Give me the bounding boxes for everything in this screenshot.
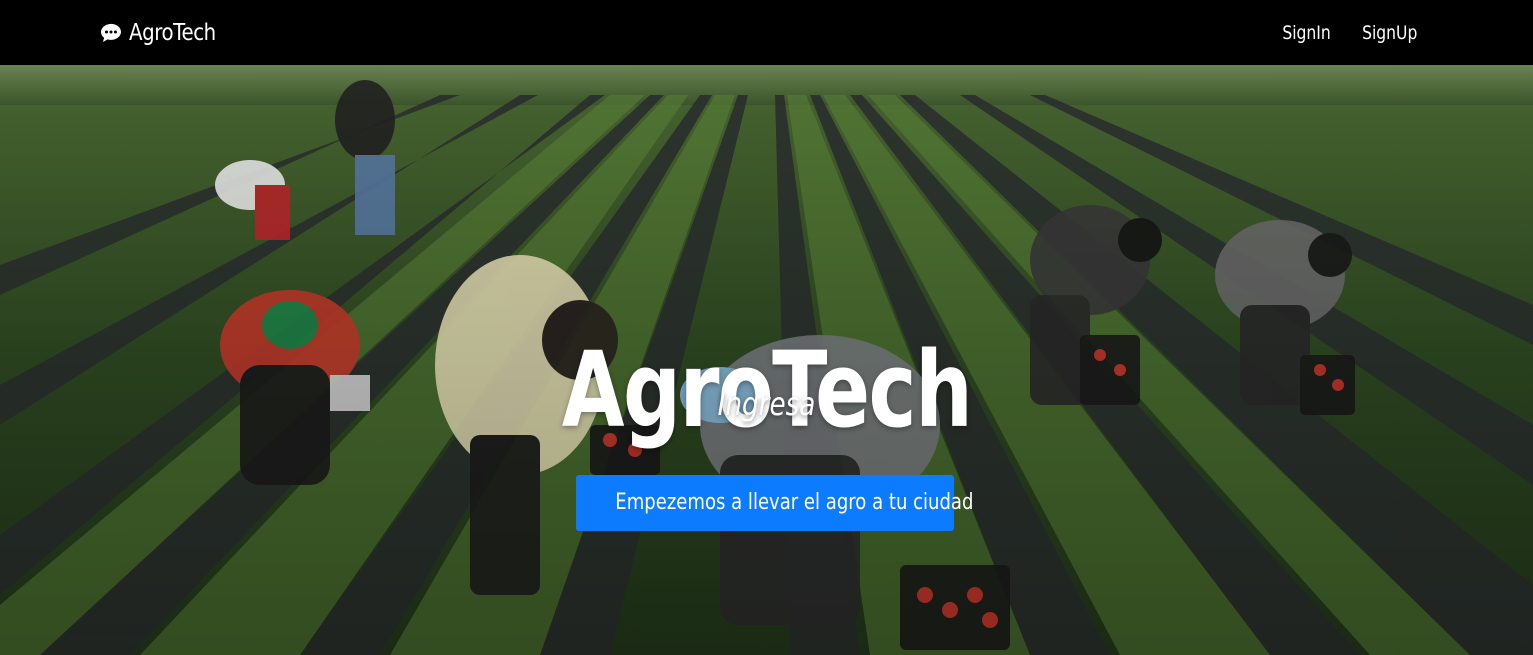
brand-name: AgroTech: [129, 20, 216, 46]
chat-bubble-icon: [101, 23, 121, 42]
brand-link[interactable]: AgroTech: [99, 18, 230, 48]
get-started-button-label: Empezemos a llevar el agro a tu ciudad: [615, 490, 974, 515]
nav-links: SignIn SignUp: [1277, 20, 1423, 46]
hero-section: AgroTech Ingresa Empezemos a llevar el a…: [0, 65, 1533, 655]
signin-link[interactable]: SignIn: [1283, 20, 1331, 46]
hero-subtitle: Ingresa: [717, 385, 816, 423]
signup-link[interactable]: SignUp: [1362, 20, 1417, 46]
get-started-button[interactable]: Empezemos a llevar el agro a tu ciudad: [576, 475, 973, 531]
navbar: AgroTech SignIn SignUp: [0, 0, 1533, 65]
